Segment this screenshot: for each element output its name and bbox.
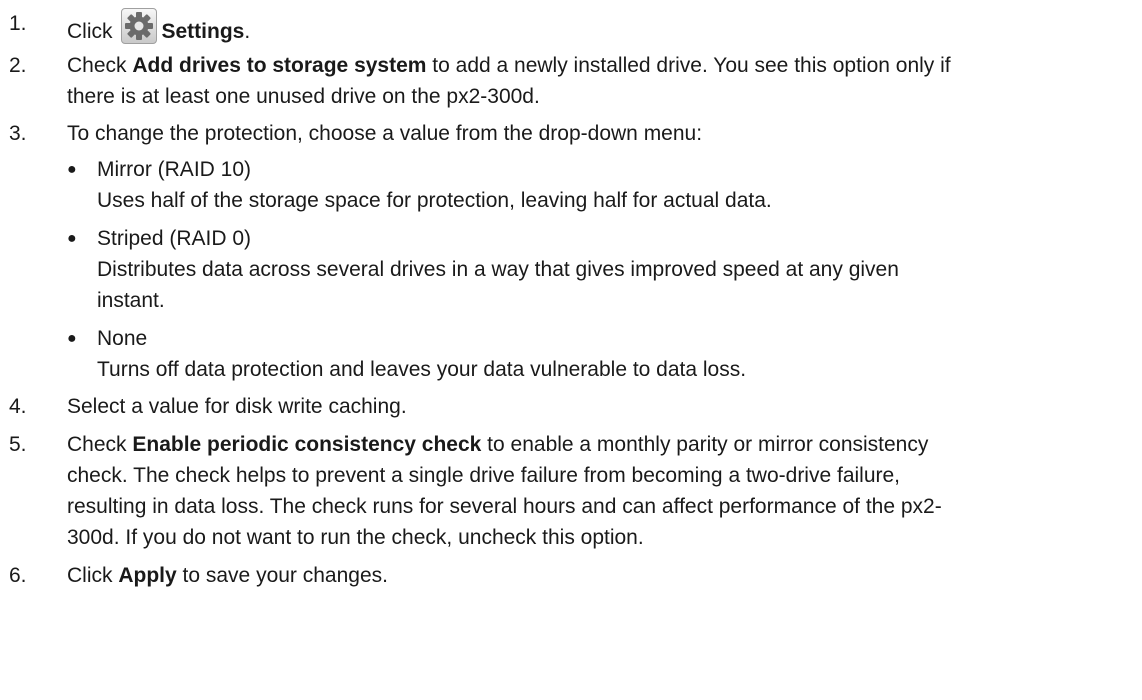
settings-label: Settings (161, 20, 245, 43)
step-2: 2. Check Add drives to storage system to… (9, 50, 1134, 112)
step-text: to enable a monthly parity or mirror con… (481, 433, 929, 456)
consistency-check-label: Enable periodic consistency check (132, 433, 482, 456)
step-number: 3. (9, 122, 27, 145)
step-4: 4. Select a value for disk write caching… (9, 391, 1134, 422)
option-title: Mirror (RAID 10) (97, 158, 252, 181)
step-text: Check (67, 433, 133, 456)
step-line: Click Apply to save your changes. (67, 560, 1134, 591)
step-text: to save your changes. (176, 564, 388, 587)
step-text: Check (67, 54, 133, 77)
step-line: there is at least one unused drive on th… (67, 85, 540, 108)
option-description: Distributes data across several drives i… (97, 258, 899, 281)
step-text-end: . (244, 20, 251, 43)
option-description: instant. (97, 289, 165, 312)
option-description: Uses half of the storage space for prote… (97, 189, 772, 212)
option-title: Striped (RAID 0) (97, 227, 252, 250)
step-line: Check Add drives to storage system to ad… (67, 50, 1134, 81)
bullet-icon: ● (67, 230, 77, 247)
step-line: check. The check helps to prevent a sing… (67, 464, 901, 487)
apply-label: Apply (118, 564, 177, 587)
step-3: 3. To change the protection, choose a va… (9, 118, 1134, 385)
step-text: Click (67, 20, 113, 43)
step-text: Select a value for disk write caching. (67, 395, 407, 418)
option-striped: ● Striped (RAID 0) Distributes data acro… (67, 223, 1134, 316)
option-mirror: ● Mirror (RAID 10) Uses half of the stor… (67, 154, 1134, 216)
step-line: resulting in data loss. The check runs f… (67, 495, 942, 518)
settings-gear-icon (120, 8, 157, 44)
instructions-document: 1. Click Settings. 2. Check Add drives t… (0, 0, 1134, 591)
step-5: 5. Check Enable periodic consistency che… (9, 429, 1134, 553)
bullet-icon: ● (67, 161, 77, 178)
step-text: Click (67, 564, 119, 587)
step-number: 4. (9, 395, 27, 418)
step-number: 6. (9, 564, 27, 587)
option-description: Turns off data protection and leaves you… (97, 358, 747, 381)
step-number: 5. (9, 433, 27, 456)
option-none: ● None Turns off data protection and lea… (67, 323, 1134, 385)
option-title: None (97, 327, 148, 350)
step-line: Check Enable periodic consistency check … (67, 429, 1134, 460)
step-1: 1. Click Settings. (9, 3, 1134, 45)
step-text: to add a newly installed drive. You see … (426, 54, 951, 77)
step-text: To change the protection, choose a value… (67, 122, 703, 145)
step-number: 1. (9, 12, 27, 35)
add-drives-label: Add drives to storage system (132, 54, 427, 77)
step-6: 6. Click Apply to save your changes. (9, 560, 1134, 591)
bullet-icon: ● (67, 330, 77, 347)
step-number: 2. (9, 54, 27, 77)
step-line: 300d. If you do not want to run the chec… (67, 526, 644, 549)
